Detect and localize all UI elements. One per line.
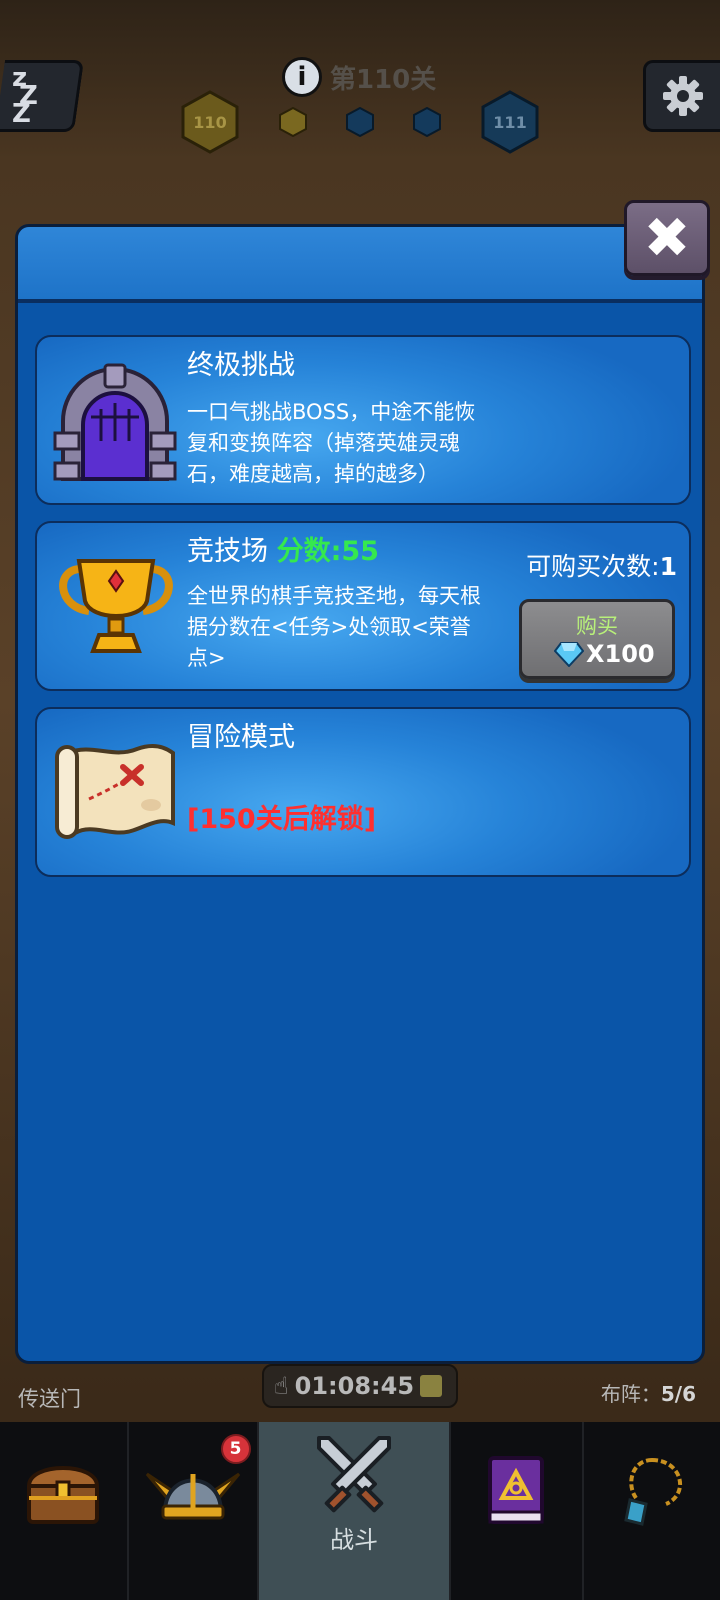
settings-button[interactable]	[643, 60, 720, 132]
nav-label-battle: 战斗	[330, 1526, 379, 1554]
portal-label[interactable]: 传送门	[18, 1383, 81, 1413]
buy-attempts-button[interactable]: 购买 X100	[519, 599, 675, 679]
sleep-button[interactable]: z ZZ	[0, 60, 85, 132]
unlock-requirement: [150关后解锁]	[187, 804, 377, 835]
castle-gate-icon	[53, 363, 177, 481]
spell-book-icon	[488, 1456, 545, 1524]
nav-item-book[interactable]	[451, 1422, 584, 1600]
countdown-timer: ☝ 01:08:45	[262, 1364, 458, 1408]
timer-box-icon	[420, 1375, 443, 1397]
sleep-icon: z ZZ	[12, 63, 36, 129]
buy-count-label: 可购买次数:1	[526, 552, 677, 581]
trophy-icon	[59, 559, 173, 653]
mode-title: 竞技场	[187, 536, 268, 567]
mode-card-adventure[interactable]: 冒险模式 [150关后解锁]	[35, 707, 691, 877]
treasure-chest-icon	[27, 1466, 100, 1524]
mode-title: 冒险模式	[187, 722, 295, 753]
treasure-map-icon	[55, 744, 175, 839]
gear-icon	[663, 76, 703, 116]
mode-card-arena[interactable]: 竞技场 分数:55 全世界的棋手竞技圣地，每天根据分数在<任务>处领取<荣誉点>…	[35, 521, 691, 691]
mode-card-ultimate-challenge[interactable]: 终极挑战 一口气挑战BOSS，中途不能恢复和变换阵容（掉落英雄灵魂石，难度越高，…	[35, 335, 691, 505]
close-button[interactable]: ✖	[624, 200, 710, 276]
nav-item-amulet[interactable]	[583, 1422, 720, 1600]
buy-count-value: 1	[659, 552, 677, 581]
nav-item-heroes[interactable]: 5	[128, 1422, 260, 1600]
formation-value: 5/6	[660, 1382, 696, 1406]
stage-title: 第110关	[330, 64, 437, 95]
progress-step-hex	[413, 107, 441, 137]
arena-score: 分数:55	[276, 536, 379, 567]
progress-step-hex	[279, 107, 307, 137]
diamond-icon	[554, 642, 584, 667]
next-level-hex: 111	[480, 90, 540, 154]
current-level-hex: 110	[180, 90, 240, 154]
dialog-header	[18, 227, 702, 303]
mode-title: 终极挑战	[187, 350, 295, 381]
nav-item-battle[interactable]: 战斗	[259, 1422, 451, 1600]
info-icon[interactable]: i	[282, 57, 322, 97]
timer-text: 01:08:45	[294, 1372, 415, 1400]
amulet-icon	[624, 1458, 682, 1526]
close-icon: ✖	[643, 205, 691, 271]
buy-price: X100	[554, 640, 655, 668]
viking-helmet-icon	[145, 1472, 241, 1520]
buy-button-label: 购买	[576, 614, 618, 638]
hand-tap-icon: ☝	[274, 1372, 289, 1400]
bottom-nav: 5 战斗	[0, 1422, 720, 1600]
mode-description: 全世界的棋手竞技圣地，每天根据分数在<任务>处领取<荣誉点>	[187, 584, 481, 670]
formation-count: 布阵：5/6	[600, 1382, 696, 1406]
nav-item-shop[interactable]	[0, 1422, 129, 1600]
mode-title-row: 竞技场 分数:55	[187, 529, 379, 568]
progress-step-hex	[346, 107, 374, 137]
crossed-swords-icon	[317, 1436, 392, 1513]
notification-badge: 5	[220, 1434, 251, 1464]
mode-select-dialog: 终极挑战 一口气挑战BOSS，中途不能恢复和变换阵容（掉落英雄灵魂石，难度越高，…	[15, 224, 705, 1364]
mode-description: 一口气挑战BOSS，中途不能恢复和变换阵容（掉落英雄灵魂石，难度越高，掉的越多）	[187, 400, 476, 486]
stage-header: i 第110关	[282, 55, 436, 99]
